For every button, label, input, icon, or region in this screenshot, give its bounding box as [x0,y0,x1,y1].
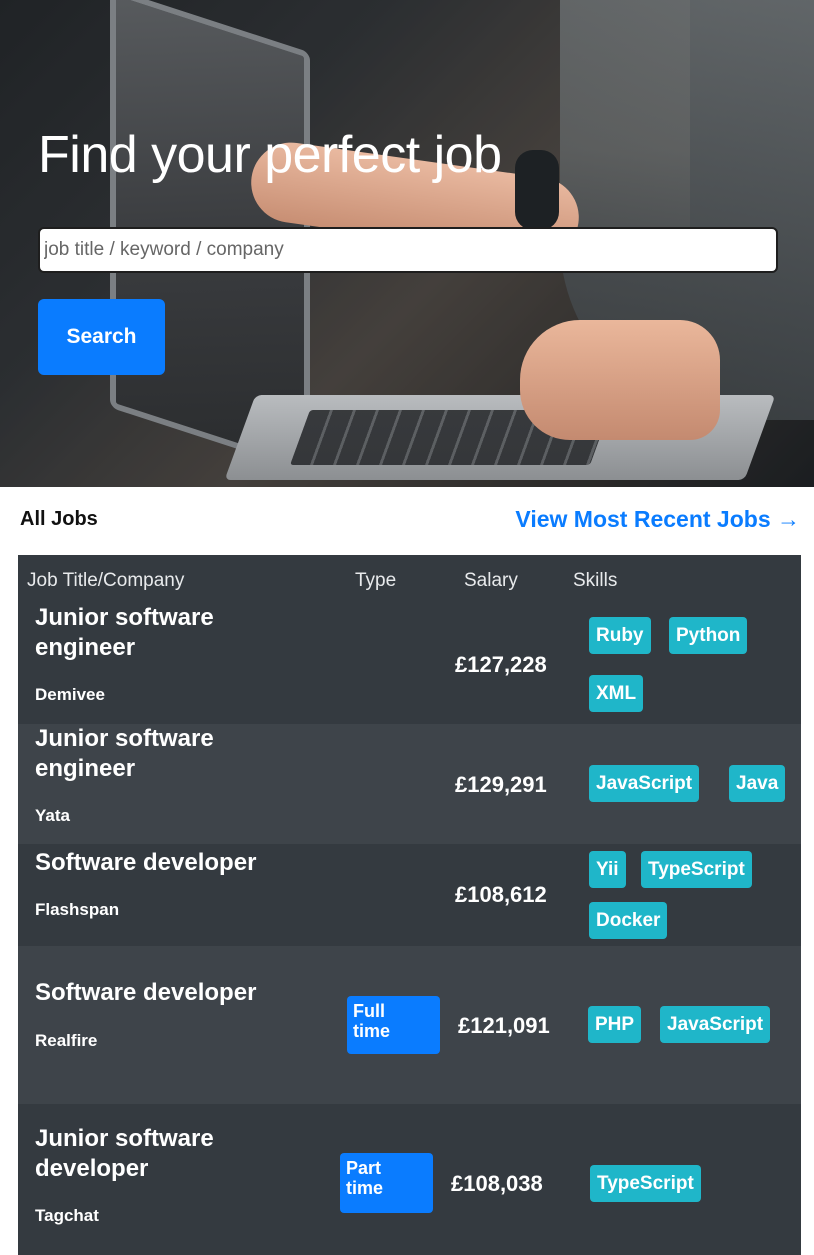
job-title[interactable]: Junior software developer [35,1124,214,1184]
salary: £129,291 [455,772,547,797]
column-header-skills: Skills [573,570,618,591]
column-header-title: Job Title/Company [27,570,185,591]
salary: £108,038 [451,1171,543,1196]
table-row[interactable]: Junior software developer Tagchat Part t… [18,1104,801,1255]
job-type-line: time [346,1178,384,1198]
search-button[interactable]: Search [38,299,165,375]
job-title[interactable]: Junior software engineer [35,603,214,663]
company-name: Tagchat [35,1206,99,1225]
view-most-recent-jobs-link[interactable]: View Most Recent Jobs → [515,506,800,533]
skill-tag[interactable]: Java [729,765,786,802]
table-row[interactable]: Software developer Flashspan £108,612 Yi… [18,844,801,946]
job-title[interactable]: Software developer [35,848,256,878]
table-row[interactable]: Junior software engineer Yata £129,291 J… [18,724,801,844]
skill-tag[interactable]: Ruby [589,617,651,654]
job-title[interactable]: Software developer [35,978,256,1008]
skill-tag[interactable]: JavaScript [589,765,700,802]
hero-image-watch [515,150,559,230]
job-title-line: Software developer [35,979,257,1006]
company-name: Flashspan [35,900,120,919]
skill-tag[interactable]: TypeScript [641,851,752,888]
table-row[interactable]: Junior software engineer Demivee £127,22… [18,600,801,724]
table-row[interactable]: Software developer Realfire Full time £1… [18,946,801,1104]
salary: £108,612 [455,882,547,907]
skill-tag[interactable]: XML [589,675,644,712]
job-type-line: Full [353,1001,385,1021]
job-type-badge[interactable]: Part time [340,1153,433,1213]
job-title-line: engineer [35,634,136,661]
skill-tag[interactable]: Docker [589,902,668,939]
job-title-line: Junior software [35,604,214,631]
hero-image-hand [520,320,720,440]
company-name: Yata [35,806,70,825]
job-title-line: developer [35,1155,149,1182]
skill-tag[interactable]: Python [669,617,748,654]
job-title-line: Junior software [35,1125,214,1152]
salary: £127,228 [455,652,547,677]
company-name: Demivee [35,685,105,704]
job-title[interactable]: Junior software engineer [35,724,214,784]
column-header-salary: Salary [464,570,518,591]
skill-tag[interactable]: PHP [588,1006,642,1043]
job-title-line: Junior software [35,725,214,752]
all-jobs-heading: All Jobs [20,508,98,530]
job-title-line: Software developer [35,849,257,876]
job-type-line: Part [346,1158,382,1178]
hero-title: Find your perfect job [38,126,502,184]
search-input[interactable] [38,227,778,273]
job-type-badge[interactable]: Full time [347,996,440,1054]
company-name: Realfire [35,1031,98,1050]
job-type-line: time [353,1021,391,1041]
skill-tag[interactable]: TypeScript [590,1165,701,1202]
column-header-type: Type [355,570,397,591]
skill-tag[interactable]: JavaScript [660,1006,771,1043]
skill-tag[interactable]: Yii [589,851,626,888]
salary: £121,091 [458,1013,550,1038]
job-title-line: engineer [35,755,136,782]
